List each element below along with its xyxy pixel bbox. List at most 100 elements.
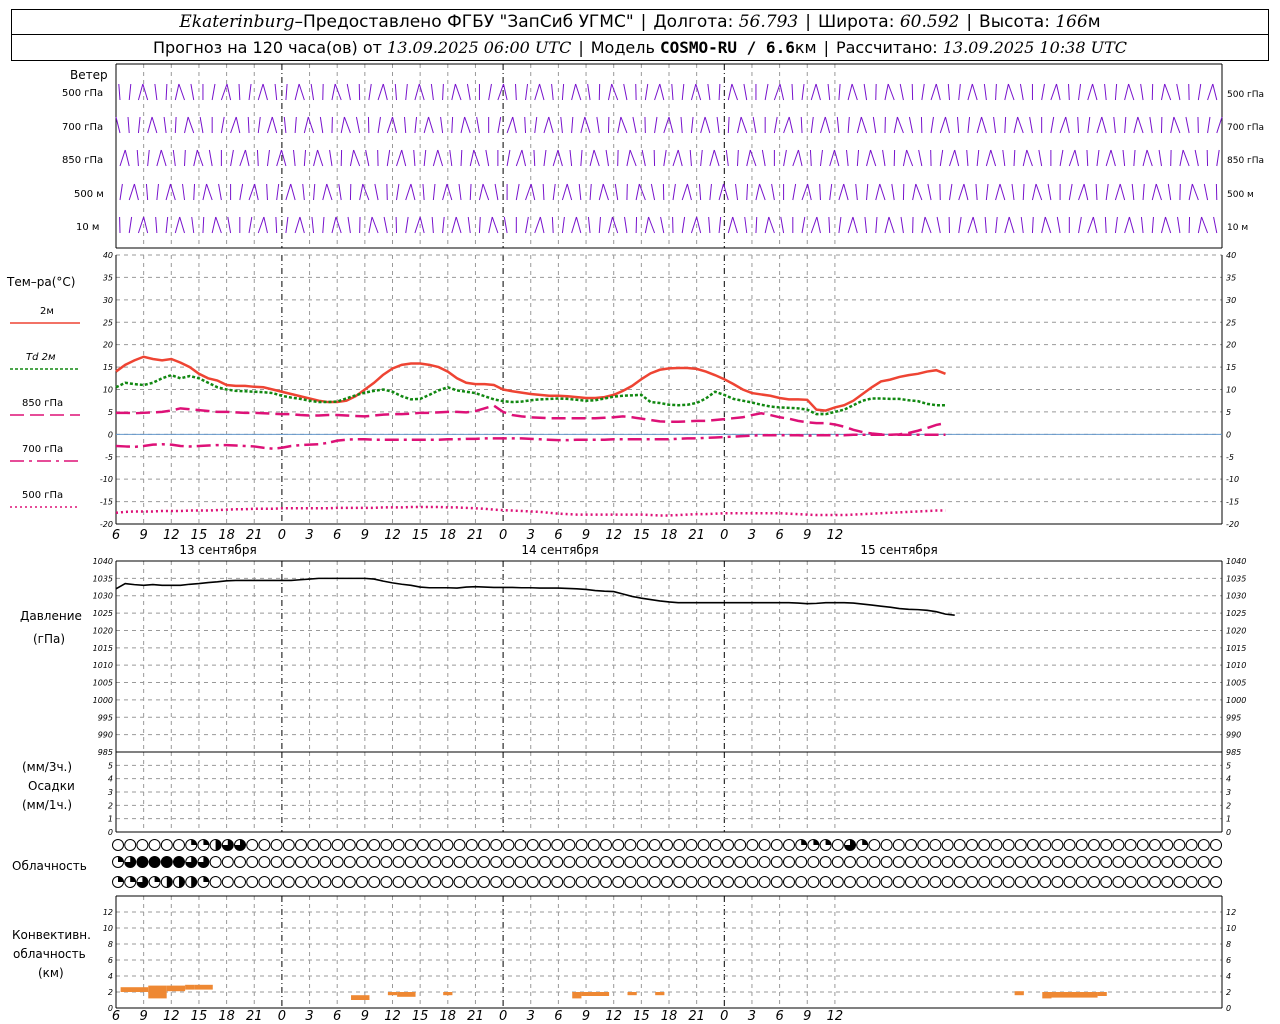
wind-barb [257,116,261,134]
temp-ytick-left: -10 [100,475,113,484]
pressure-ytick-left: 1025 [93,609,113,618]
precip-ytick-left: 5 [108,761,113,770]
cloud-symbol [819,856,832,868]
cloud-fill [130,876,136,882]
wind-barb [1185,116,1190,134]
cloud-symbol [1210,876,1222,888]
wind-barb [405,216,409,234]
cloud-symbol [1112,839,1125,851]
cloud-symbol [404,856,417,868]
wind-barb [1128,216,1135,234]
wind-barb [1203,183,1209,201]
cloud-circle [429,839,442,851]
cloud-circle [709,876,722,888]
cloud-circle [892,839,905,851]
cloud-symbol [112,876,124,888]
cloud-symbol [441,856,454,868]
wind-barb [1056,83,1061,101]
wind-barb [1013,116,1019,134]
cloud-fill [203,839,209,845]
cloud-symbol [661,856,673,868]
wind-barb [404,116,407,134]
cloud-symbol [1063,839,1076,851]
cloud-circle [1124,876,1137,888]
cloud-circle [953,839,966,851]
wind-barb [1035,183,1043,201]
cloud-circle [282,876,295,888]
wind-barb [1146,149,1153,167]
wind-barb [1092,216,1098,234]
cloud-circle [807,876,820,888]
cloud-circle [734,856,747,868]
cloud-circle [978,839,991,851]
cloud-circle [1197,839,1210,851]
cloud-fill [118,856,124,862]
cloud-symbol [880,839,893,851]
cloud-circle [551,839,564,851]
wind-barb [1142,183,1145,201]
wind-barb [1011,183,1015,201]
cloud-symbol [758,839,771,851]
cloud-circle [551,856,564,868]
cloud-symbol [575,876,588,888]
wind-barb [274,83,278,101]
wind-barb [856,116,862,134]
wind-barb [984,216,987,234]
cloud-symbol [758,856,771,868]
cloud-fill [118,876,124,882]
hour-tick-bottom: 3 [305,1009,313,1024]
wind-barb [254,183,259,201]
cloud-symbol [966,856,978,868]
wind-barb [1068,83,1070,101]
wind-barb [386,116,393,134]
cloud-circle [514,856,527,868]
cloud-symbol [478,839,490,851]
cloud-circle [1149,839,1161,851]
wind-barb [993,116,997,134]
conv-panel [115,896,1223,1009]
cloud-symbol [478,856,490,868]
cloud-symbol [978,876,991,888]
wind-barb [571,216,577,234]
wind-barb [371,216,379,234]
cloud-circle [1075,839,1088,851]
pressure-ytick-right: 1000 [1226,696,1246,705]
cloud-circle [1136,856,1149,868]
wind-barb [709,149,715,167]
wind-barb [266,183,268,201]
cloud-symbol [343,839,356,851]
wind-barb [1087,216,1094,234]
wind-barb [921,216,926,234]
cloud-circle [526,876,539,888]
cloud-symbol [148,856,161,868]
wind-barb [256,149,259,167]
wind-barb [383,216,388,234]
wind-barb [1050,83,1057,101]
wind-barb [855,183,858,201]
cloud-circle [1027,856,1039,868]
wind-barb [1092,83,1098,101]
cloud-circle [429,876,442,888]
pressure-ytick-left: 1015 [93,644,113,653]
cloud-circle [868,839,881,851]
wind-barb [602,183,609,201]
wind-barb [285,216,289,234]
wind-barb [800,116,803,134]
cloud-symbol [819,876,832,888]
hour-tick-top: 12 [163,528,180,543]
hour-tick-top: 6 [112,528,120,543]
wind-barb [1041,216,1046,234]
wind-barb [626,149,631,167]
cloud-symbol [490,839,503,851]
cloud-symbol [844,839,856,851]
cloud-circle [746,839,759,851]
pressure-ytick-left: 1035 [93,574,113,583]
wind-barb [137,116,141,134]
cloud-circle [905,876,917,888]
temp-ytick-right: 20 [1226,341,1236,350]
cloud-symbol [734,839,747,851]
cloud-circle [880,856,893,868]
conv-bar [1097,992,1107,996]
cloud-fill [166,876,173,888]
wind-barb [449,149,453,167]
